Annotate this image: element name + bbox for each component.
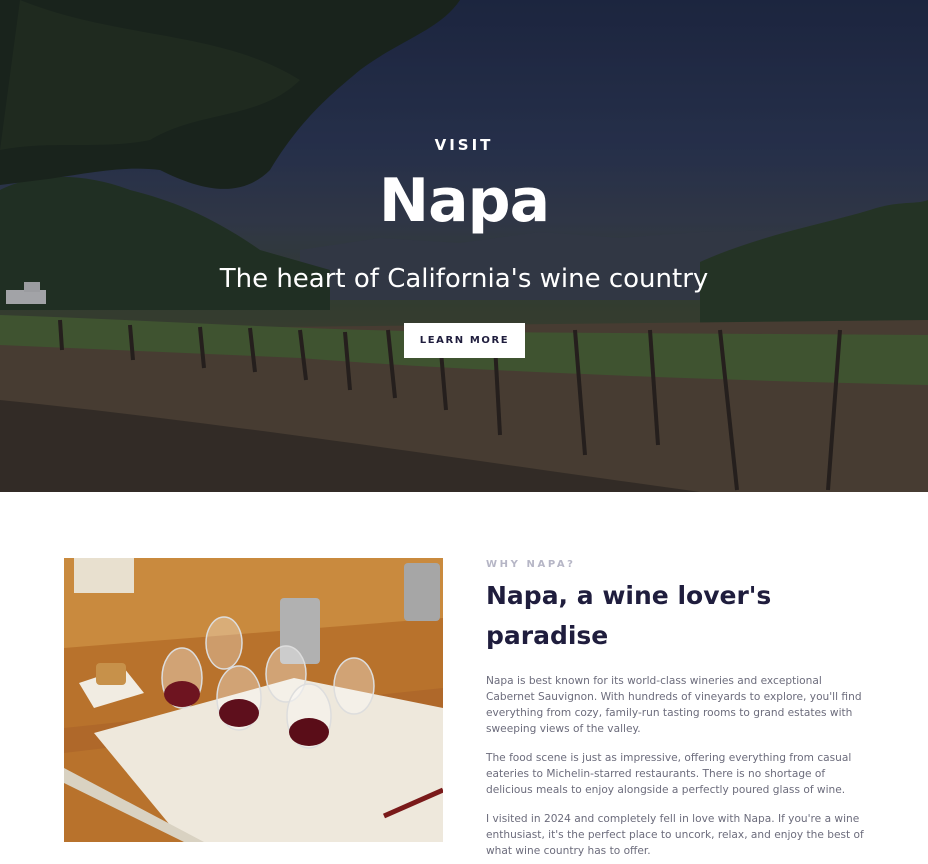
- section-eyebrow: WHY NAPA?: [486, 559, 576, 570]
- hero-eyebrow: VISIT: [434, 136, 494, 154]
- hero-overlay: [0, 0, 928, 492]
- paragraph: The food scene is just as impressive, of…: [486, 752, 852, 796]
- hero-subtitle: The heart of California's wine country: [219, 264, 709, 294]
- wine-tasting-photo: [64, 558, 443, 842]
- paragraph: Napa is best known for its world-class w…: [486, 675, 862, 735]
- paragraph: I visited in 2024 and completely fell in…: [486, 813, 864, 857]
- learn-more-button[interactable]: LEARN MORE: [404, 323, 525, 358]
- hero-title: Napa: [378, 166, 550, 236]
- hero-banner: VISIT Napa The heart of California's win…: [0, 0, 928, 492]
- why-napa-text: WHY NAPA? Napa, a wine lover's paradise …: [486, 559, 866, 859]
- section-title: Napa, a wine lover's paradise: [486, 581, 772, 650]
